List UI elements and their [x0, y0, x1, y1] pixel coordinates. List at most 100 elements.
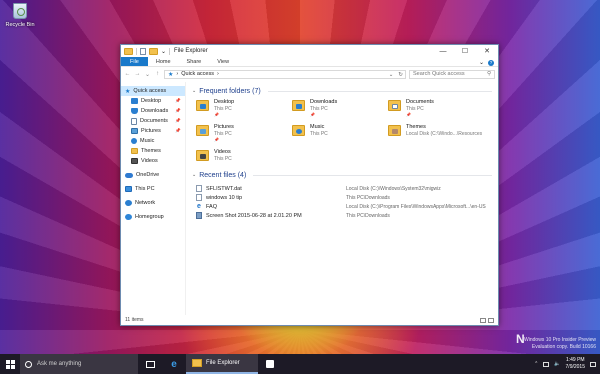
- breadcrumb-arrow[interactable]: ›: [176, 71, 178, 77]
- folder-tile-themes[interactable]: Themes Local Disk (C:\Windo...\Resources: [388, 124, 484, 142]
- properties-icon[interactable]: [140, 47, 146, 55]
- pin-icon: 📌: [310, 112, 315, 117]
- folder-tile-desktop[interactable]: Desktop This PC 📌: [196, 99, 292, 117]
- divider: [136, 47, 137, 55]
- quick-access-star-icon: ★: [168, 71, 174, 78]
- collapse-chevron-icon[interactable]: ⌄: [192, 172, 196, 178]
- recent-files-header[interactable]: ⌄ Recent files (4): [192, 170, 492, 180]
- refresh-icon[interactable]: ↻: [398, 71, 403, 79]
- edge-button[interactable]: e: [162, 354, 186, 374]
- window-controls: — ☐ ✕: [432, 45, 498, 57]
- expand-ribbon-icon[interactable]: ⌄: [479, 59, 484, 66]
- sidebar-item-homegroup[interactable]: Homegroup: [121, 212, 185, 222]
- new-folder-icon[interactable]: [149, 47, 158, 55]
- sidebar-item-label: Desktop: [141, 98, 162, 104]
- divider: [253, 174, 492, 176]
- forward-icon[interactable]: →: [134, 71, 141, 77]
- sidebar-item-downloads[interactable]: Downloads 📌: [121, 106, 185, 116]
- close-button[interactable]: ✕: [476, 45, 498, 57]
- frequent-folders-header[interactable]: ⌄ Frequent folders (7): [192, 86, 492, 96]
- status-bar: 11 items: [121, 315, 498, 325]
- sidebar-item-desktop[interactable]: Desktop 📌: [121, 96, 185, 106]
- qat-dropdown-icon[interactable]: ⌄: [161, 48, 166, 55]
- network-icon: [125, 200, 132, 206]
- pin-icon: 📌: [175, 128, 181, 133]
- divider: [267, 90, 492, 92]
- list-item[interactable]: e FAQ Local Disk (C:)\Program Files\Wind…: [196, 202, 492, 211]
- sidebar-item-label: This PC: [135, 186, 155, 192]
- file-name: Screen Shot 2015-06-28 at 2.01.20 PM: [206, 212, 302, 219]
- up-icon[interactable]: ↑: [154, 71, 161, 77]
- volume-icon[interactable]: 🔈: [554, 361, 560, 367]
- tab-view[interactable]: View: [209, 57, 237, 66]
- sidebar-item-label: Quick access: [133, 88, 167, 94]
- sidebar-item-documents[interactable]: Documents 📌: [121, 116, 185, 126]
- breadcrumb-trail-arrow[interactable]: ›: [217, 71, 219, 77]
- star-icon: ★: [125, 88, 131, 95]
- network-status-icon[interactable]: [543, 361, 550, 367]
- address-dropdown-icon[interactable]: ⌄: [389, 71, 394, 79]
- themes-folder-icon: [388, 125, 401, 136]
- address-right: ⌄ ↻: [389, 71, 403, 79]
- tab-file[interactable]: File: [121, 57, 148, 66]
- list-item[interactable]: Screen Shot 2015-06-28 at 2.01.20 PM Thi…: [196, 211, 492, 220]
- downloads-icon: [131, 108, 138, 114]
- windows-logo-icon: [5, 359, 15, 369]
- folder-tile-documents[interactable]: Documents This PC 📌: [388, 99, 484, 117]
- cortana-search-input[interactable]: Ask me anything: [37, 361, 81, 367]
- large-icons-view-icon[interactable]: [488, 317, 494, 323]
- store-button[interactable]: [258, 354, 282, 374]
- maximize-button[interactable]: ☐: [454, 45, 476, 57]
- pin-icon: 📌: [175, 98, 181, 103]
- folder-tile-videos[interactable]: Videos This PC: [196, 149, 292, 162]
- taskbar-file-explorer[interactable]: File Explorer: [186, 354, 258, 374]
- collapse-chevron-icon[interactable]: ⌄: [192, 88, 196, 94]
- build-watermark: Windows 10 Pro Insider Preview Evaluatio…: [524, 337, 596, 351]
- folder-name: Music: [310, 124, 325, 130]
- minimize-button[interactable]: —: [432, 45, 454, 57]
- sidebar-item-videos[interactable]: Videos: [121, 156, 185, 166]
- cortana-search-box[interactable]: Ask me anything: [20, 354, 138, 374]
- search-box[interactable]: Search Quick access ⚲: [409, 69, 495, 79]
- recent-locations-icon[interactable]: ⌄: [144, 71, 151, 78]
- list-item[interactable]: windows 10 tip This PC\Downloads: [196, 193, 492, 202]
- folder-name: Downloads: [310, 99, 338, 105]
- tab-share[interactable]: Share: [179, 57, 210, 66]
- view-toggles: [480, 317, 494, 323]
- sidebar-item-network[interactable]: Network: [121, 198, 185, 208]
- search-icon[interactable]: ⚲: [487, 71, 491, 77]
- folder-location: This PC: [214, 156, 232, 162]
- file-explorer-window: ⌄ File Explorer — ☐ ✕ File Home Share Vi…: [120, 44, 499, 326]
- help-icon[interactable]: ?: [488, 59, 494, 66]
- start-button[interactable]: [0, 354, 20, 374]
- address-bar[interactable]: ★ › Quick access › ⌄ ↻: [164, 69, 406, 79]
- clock[interactable]: 1:49 PM 7/9/2015: [566, 357, 585, 371]
- folder-icon: [131, 148, 138, 154]
- folder-tile-music[interactable]: Music This PC: [292, 124, 388, 142]
- details-view-icon[interactable]: [480, 317, 486, 323]
- sidebar-item-quick-access[interactable]: ★ Quick access: [121, 86, 185, 96]
- folder-name: Desktop: [214, 99, 235, 105]
- action-center-icon[interactable]: [590, 361, 596, 367]
- desktop-icon: [131, 98, 138, 104]
- back-icon[interactable]: ←: [124, 71, 131, 77]
- search-input[interactable]: Search Quick access: [413, 71, 465, 77]
- folder-tile-pictures[interactable]: Pictures This PC 📌: [196, 124, 292, 142]
- folder-tile-downloads[interactable]: Downloads This PC 📌: [292, 99, 388, 117]
- clock-date: 7/9/2015: [565, 364, 585, 370]
- list-item[interactable]: SFLISTWT.dat Local Disk (C:)\Windows\Sys…: [196, 184, 492, 193]
- sidebar-item-pictures[interactable]: Pictures 📌: [121, 126, 185, 136]
- sidebar-item-onedrive[interactable]: OneDrive: [121, 170, 185, 180]
- task-view-button[interactable]: [138, 354, 162, 374]
- edge-icon: e: [171, 358, 177, 370]
- sidebar-item-themes[interactable]: Themes: [121, 146, 185, 156]
- show-hidden-icons-icon[interactable]: ⌃: [534, 361, 538, 367]
- recycle-bin-shortcut[interactable]: Recycle Bin: [2, 3, 38, 28]
- desktop-folder-icon: [196, 100, 209, 111]
- tab-home[interactable]: Home: [148, 57, 179, 66]
- pin-icon: 📌: [175, 108, 181, 113]
- sidebar-item-music[interactable]: Music: [121, 136, 185, 146]
- sidebar-item-this-pc[interactable]: This PC: [121, 184, 185, 194]
- image-file-icon: [196, 212, 202, 219]
- breadcrumb-quick-access[interactable]: Quick access: [181, 71, 214, 77]
